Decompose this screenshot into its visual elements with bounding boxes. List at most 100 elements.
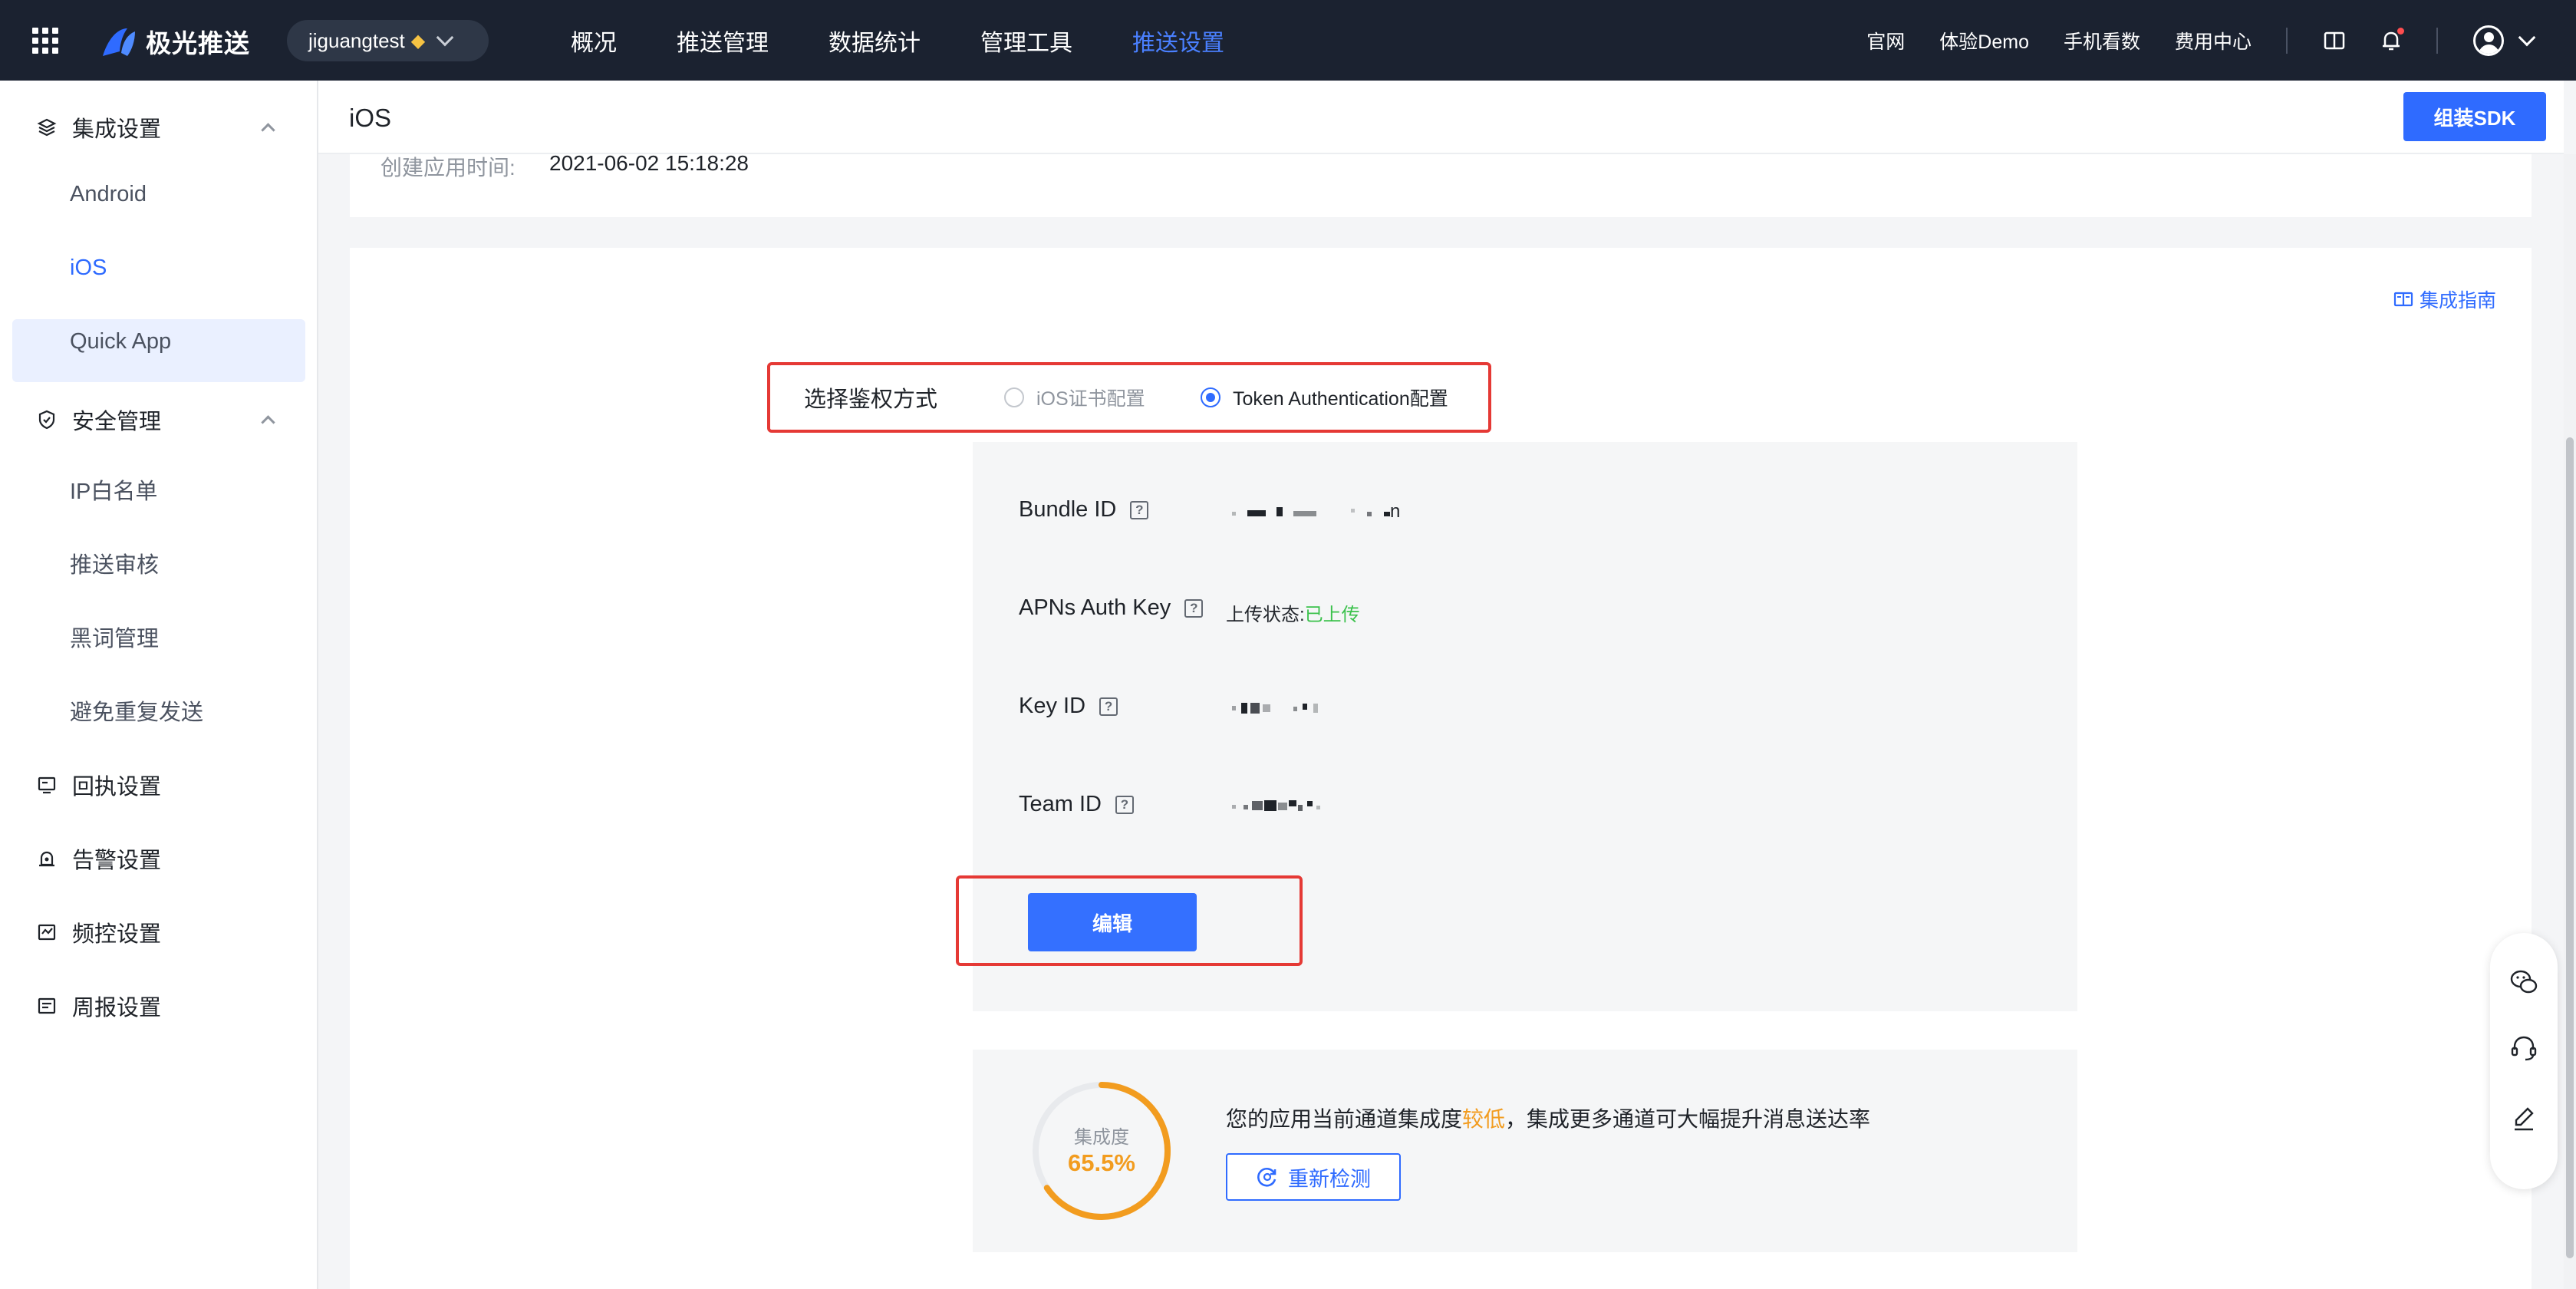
integration-guide-link[interactable]: 集成指南 [2393, 285, 2496, 313]
brand-logo[interactable]: 极光推送 [100, 23, 250, 60]
edit-button[interactable]: 编辑 [1028, 893, 1197, 951]
field-label: Bundle ID [1019, 497, 1117, 522]
upload-status-value: 已上传 [1304, 605, 1360, 625]
radio-label: Token Authentication配置 [1233, 388, 1448, 410]
upload-status: 上传状态:已上传 [1226, 599, 1360, 626]
link-billing[interactable]: 费用中心 [2175, 27, 2252, 54]
bundle-id-value-redacted: n [1232, 501, 1416, 523]
wechat-icon[interactable] [2508, 967, 2539, 997]
help-icon[interactable]: ? [1184, 598, 1204, 618]
created-time-value: 2021-06-02 15:18:28 [549, 151, 749, 175]
aurora-logo-icon [103, 28, 135, 56]
field-apns-auth-key: APNs Auth Key ? [1019, 595, 1204, 621]
radio-on-icon [1201, 387, 1220, 407]
page-title: iOS [349, 104, 392, 132]
sidebar-item-blacklist-words[interactable]: 黑词管理 [70, 621, 159, 653]
layers-icon [37, 118, 57, 137]
sidebar-group-frequency[interactable]: 频控设置 [37, 916, 161, 948]
app-grid-icon[interactable] [32, 28, 58, 54]
sidebar: 集成设置 Android iOS Quick App 安全管理 IP白名单 推送… [0, 81, 318, 1289]
customer-service-icon[interactable] [2508, 1033, 2539, 1063]
chevron-down-icon[interactable] [2518, 28, 2536, 46]
recheck-label: 重新检测 [1288, 1167, 1371, 1191]
sidebar-group-integration[interactable]: 集成设置 [37, 111, 275, 143]
radio-ios-certificate[interactable]: iOS证书配置 [1004, 384, 1145, 411]
page-header: iOS [318, 81, 2564, 154]
field-label: Key ID [1019, 694, 1086, 718]
upload-status-label: 上传状态: [1226, 605, 1305, 625]
auth-method-label: 选择鉴权方式 [804, 387, 938, 412]
sidebar-group-alarm[interactable]: 告警设置 [37, 842, 161, 875]
sidebar-group-label: 集成设置 [72, 117, 162, 142]
floating-toolbar [2490, 933, 2558, 1189]
bell-icon[interactable] [2380, 27, 2404, 52]
main-nav: 概况 推送管理 数据统计 管理工具 推送设置 [571, 0, 1284, 81]
sidebar-item-ip-whitelist[interactable]: IP白名单 [70, 473, 157, 506]
app-name: jiguangtest [308, 28, 405, 52]
radio-label: iOS证书配置 [1036, 388, 1145, 410]
integration-message: 您的应用当前通道集成度较低，集成更多通道可大幅提升消息送达率 [1226, 1103, 1870, 1133]
chevron-up-icon [261, 122, 275, 137]
field-team-id: Team ID ? [1019, 792, 1134, 817]
nav-push-settings[interactable]: 推送设置 [1132, 24, 1224, 58]
brand-name: 极光推送 [146, 29, 250, 58]
help-icon[interactable]: ? [1115, 795, 1134, 814]
sidebar-group-security[interactable]: 安全管理 [37, 404, 275, 436]
integration-score-value: 65.5% [1068, 1149, 1135, 1176]
help-icon[interactable]: ? [1130, 500, 1149, 519]
nav-divider [2436, 27, 2438, 54]
sidebar-group-label: 安全管理 [72, 410, 162, 434]
link-mobile-view[interactable]: 手机看数 [2064, 27, 2140, 54]
frequency-icon [38, 924, 56, 941]
user-avatar-icon[interactable] [2473, 25, 2504, 56]
field-bundle-id: Bundle ID ? [1019, 497, 1149, 523]
docs-book-icon[interactable] [2323, 29, 2346, 52]
radio-off-icon [1004, 387, 1024, 407]
recheck-button[interactable]: 重新检测 [1226, 1153, 1401, 1201]
nav-statistics[interactable]: 数据统计 [828, 24, 921, 58]
sidebar-group-label: 频控设置 [72, 922, 162, 947]
chevron-down-icon [436, 28, 454, 47]
radio-token-auth[interactable]: Token Authentication配置 [1201, 384, 1448, 411]
sidebar-item-push-review[interactable]: 推送审核 [70, 547, 159, 579]
sidebar-group-label: 回执设置 [72, 775, 162, 799]
field-label: Team ID [1019, 792, 1102, 816]
sidebar-group-label: 周报设置 [72, 996, 162, 1020]
book-icon [2393, 292, 2413, 307]
top-nav-bar: 极光推送 jiguangtest ◆ 概况 推送管理 数据统计 管理工具 推送设… [0, 0, 2576, 81]
created-time-label: 创建应用时间: [380, 156, 516, 180]
report-icon [38, 997, 56, 1014]
guide-link-label: 集成指南 [2420, 290, 2497, 312]
team-id-value-redacted [1232, 798, 1347, 816]
sidebar-item-quick-app[interactable]: Quick App [70, 329, 171, 354]
assemble-sdk-button[interactable]: 组装SDK [2403, 92, 2546, 141]
sidebar-group-label: 告警设置 [72, 849, 162, 873]
receipt-icon [38, 776, 56, 794]
integration-score-label: 集成度 [1074, 1127, 1129, 1148]
sidebar-group-receipt[interactable]: 回执设置 [37, 769, 161, 801]
right-nav: 官网 体验Demo 手机看数 费用中心 [1866, 0, 2576, 81]
link-official-site[interactable]: 官网 [1866, 27, 1905, 54]
message-suffix: ，集成更多通道可大幅提升消息送达率 [1505, 1107, 1871, 1131]
nav-push-management[interactable]: 推送管理 [677, 24, 769, 58]
feedback-edit-icon[interactable] [2508, 1103, 2539, 1134]
sidebar-item-ios[interactable]: iOS [70, 255, 107, 281]
nav-divider [2286, 27, 2288, 54]
nav-tools[interactable]: 管理工具 [980, 24, 1072, 58]
link-demo[interactable]: 体验Demo [1939, 27, 2029, 54]
help-icon[interactable]: ? [1099, 697, 1118, 716]
scrollbar-thumb[interactable] [2566, 437, 2574, 1258]
chevron-up-icon [261, 414, 275, 430]
alarm-icon [39, 851, 54, 867]
sidebar-item-dedupe[interactable]: 避免重复发送 [70, 694, 203, 727]
sidebar-group-report[interactable]: 周报设置 [37, 990, 161, 1022]
message-prefix: 您的应用当前通道集成度 [1226, 1107, 1463, 1131]
field-label: APNs Auth Key [1019, 595, 1171, 620]
bundle-id-suffix: n [1390, 501, 1401, 522]
app-selector[interactable]: jiguangtest ◆ [287, 20, 489, 61]
field-key-id: Key ID ? [1019, 694, 1118, 719]
shield-icon [38, 410, 55, 430]
nav-overview[interactable]: 概况 [571, 24, 617, 58]
sidebar-item-android[interactable]: Android [70, 182, 147, 207]
auth-method-selector: 选择鉴权方式 iOS证书配置 Token Authentication配置 [767, 362, 1491, 433]
